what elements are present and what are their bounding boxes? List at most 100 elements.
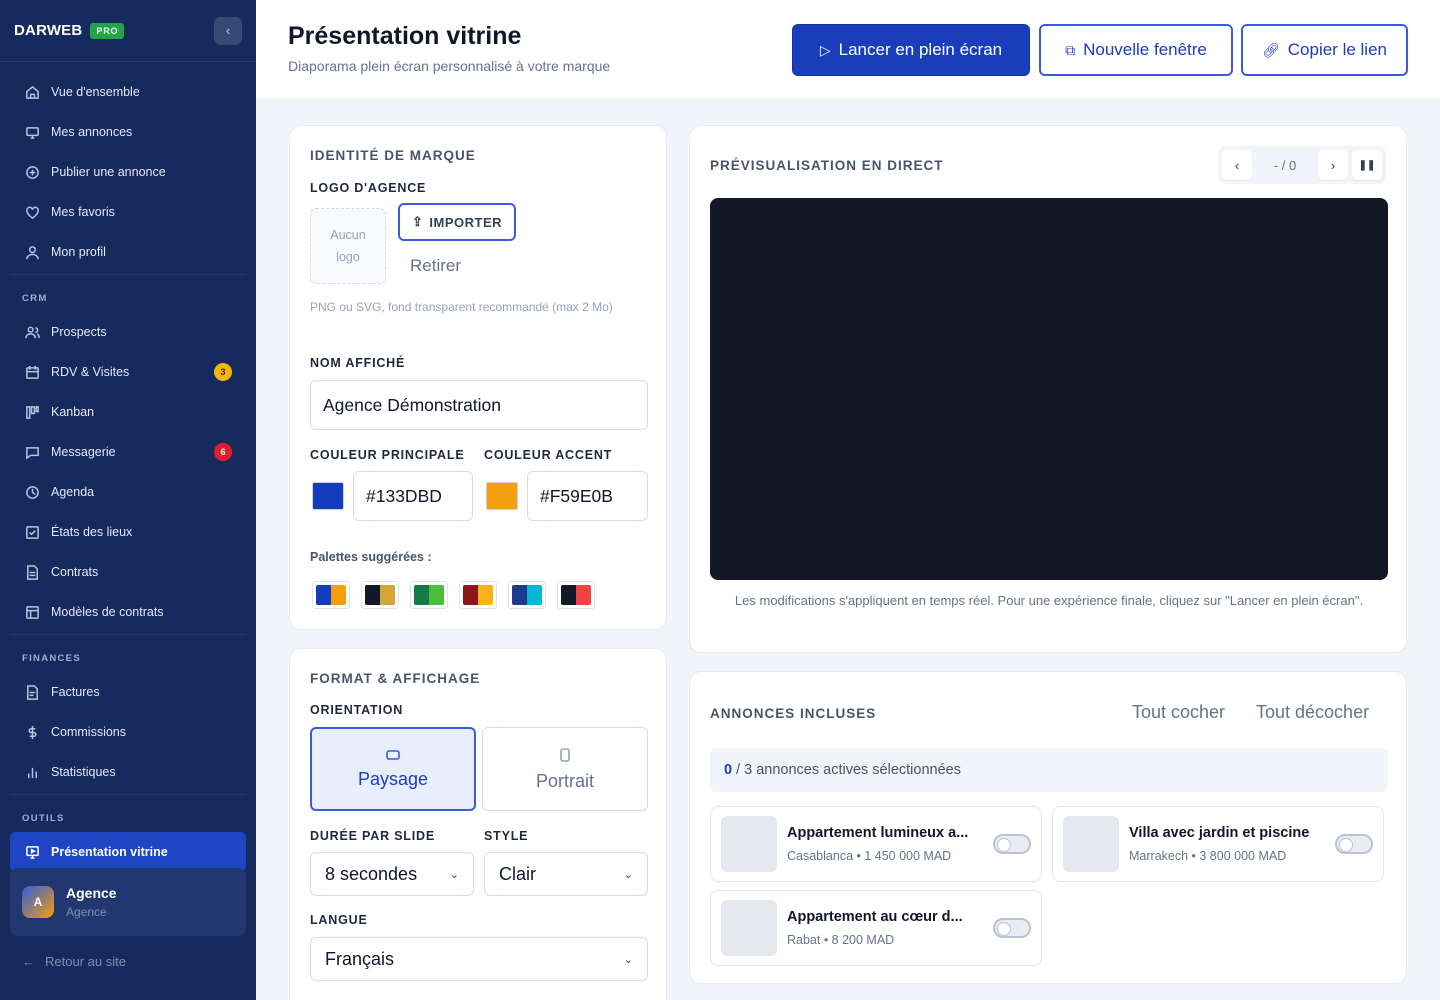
palette-color bbox=[576, 585, 591, 605]
style-label: STYLE bbox=[484, 829, 529, 843]
import-logo-button[interactable]: ⇪ IMPORTER bbox=[398, 203, 516, 241]
listing-thumbnail bbox=[721, 900, 777, 956]
palette-swatch[interactable] bbox=[410, 581, 448, 609]
style-select[interactable]: Clair ⌄ bbox=[484, 852, 648, 896]
sidebar-item-presentation-vitrine[interactable]: Présentation vitrine bbox=[10, 832, 246, 872]
remove-logo-button[interactable]: Retirer bbox=[410, 256, 461, 276]
listing-title: Appartement lumineux a... bbox=[787, 825, 969, 841]
sidebar-item-mes-favoris[interactable]: Mes favoris bbox=[10, 192, 246, 232]
display-name-input[interactable]: Agence Démonstration bbox=[310, 380, 648, 430]
kanban-icon bbox=[24, 404, 40, 420]
landscape-label: Paysage bbox=[357, 768, 429, 789]
pause-button[interactable]: ❚❚ bbox=[1352, 150, 1382, 180]
back-to-site-link[interactable]: ← Retour au site bbox=[22, 954, 126, 969]
orientation-portrait-option[interactable]: Portrait bbox=[482, 727, 648, 811]
previous-slide-button[interactable]: ‹ bbox=[1222, 150, 1252, 180]
sidebar-item-modeles-contrats[interactable]: Modèles de contrats bbox=[10, 592, 246, 632]
users-icon bbox=[24, 324, 40, 340]
style-value: Clair bbox=[499, 863, 537, 884]
language-label: LANGUE bbox=[310, 913, 368, 927]
primary-color-swatch[interactable] bbox=[312, 482, 344, 510]
listing-thumbnail bbox=[1063, 816, 1119, 872]
sidebar-item-label: Mes annonces bbox=[51, 125, 133, 139]
new-window-label: Nouvelle fenêtre bbox=[1083, 40, 1207, 59]
sidebar-item-rdv-visites[interactable]: RDV & Visites 3 bbox=[10, 352, 246, 392]
palette-color bbox=[463, 585, 478, 605]
user-icon bbox=[24, 244, 40, 260]
uncheck-all-button[interactable]: Tout décocher bbox=[1256, 702, 1369, 723]
new-window-button[interactable]: ⧉ Nouvelle fenêtre bbox=[1039, 24, 1233, 76]
palette-swatch[interactable] bbox=[361, 581, 399, 609]
accent-color-label: COULEUR ACCENT bbox=[484, 448, 613, 462]
sidebar-item-statistiques[interactable]: Statistiques bbox=[10, 752, 246, 792]
sidebar-item-contrats[interactable]: Contrats bbox=[10, 552, 246, 592]
accent-color-input[interactable]: #F59E0B bbox=[527, 471, 648, 521]
language-select[interactable]: Français ⌄ bbox=[310, 937, 648, 981]
no-logo-text: logo bbox=[336, 250, 360, 264]
sidebar-item-messagerie[interactable]: Messagerie 6 bbox=[10, 432, 246, 472]
listing-toggle[interactable] bbox=[993, 918, 1031, 938]
logo-placeholder[interactable]: Aucun logo bbox=[310, 208, 386, 284]
sidebar-item-agenda[interactable]: Agenda bbox=[10, 472, 246, 512]
brand-logo[interactable]: DARWEB bbox=[14, 22, 82, 39]
listing-title: Appartement au cœur d... bbox=[787, 909, 963, 925]
orientation-landscape-option[interactable]: Paysage bbox=[310, 727, 476, 811]
heart-icon bbox=[24, 204, 40, 220]
listing-card[interactable]: Villa avec jardin et piscine Marrakech •… bbox=[1052, 806, 1384, 882]
selection-summary: 0 / 3 annonces actives sélectionnées bbox=[710, 748, 1388, 792]
chevron-down-icon: ⌄ bbox=[449, 868, 459, 881]
sidebar-item-label: Mes favoris bbox=[51, 205, 115, 219]
slide-counter: - / 0 bbox=[1273, 157, 1297, 173]
card-title: ANNONCES INCLUSES bbox=[710, 706, 877, 721]
orientation-label: ORIENTATION bbox=[310, 703, 404, 717]
section-crm: CRM bbox=[22, 293, 48, 304]
divider bbox=[10, 634, 246, 635]
sidebar-item-mon-profil[interactable]: Mon profil bbox=[10, 232, 246, 272]
palette-color bbox=[527, 585, 542, 605]
user-card[interactable]: A Agence Agence bbox=[10, 868, 246, 936]
sidebar-item-kanban[interactable]: Kanban bbox=[10, 392, 246, 432]
chevron-down-icon: ⌄ bbox=[623, 953, 633, 966]
sidebar-item-prospects[interactable]: Prospects bbox=[10, 312, 246, 352]
listing-card[interactable]: Appartement au cœur d... Rabat • 8 200 M… bbox=[710, 890, 1042, 966]
sidebar-item-vue-ensemble[interactable]: Vue d'ensemble bbox=[10, 72, 246, 112]
monitor-icon bbox=[24, 124, 40, 140]
next-slide-button[interactable]: › bbox=[1318, 150, 1348, 180]
sidebar-item-label: Publier une annonce bbox=[51, 165, 166, 179]
section-outils: OUTILS bbox=[22, 813, 65, 824]
sidebar-item-factures[interactable]: Factures bbox=[10, 672, 246, 712]
listing-toggle[interactable] bbox=[1335, 834, 1373, 854]
landscape-icon bbox=[386, 749, 400, 760]
invoice-icon bbox=[24, 684, 40, 700]
listing-toggle[interactable] bbox=[993, 834, 1031, 854]
check-all-button[interactable]: Tout cocher bbox=[1132, 702, 1225, 723]
sidebar-item-label: Vue d'ensemble bbox=[51, 85, 140, 99]
sidebar-item-mes-annonces[interactable]: Mes annonces bbox=[10, 112, 246, 152]
palette-swatch[interactable] bbox=[312, 581, 350, 609]
listing-title: Villa avec jardin et piscine bbox=[1129, 825, 1310, 841]
home-icon bbox=[24, 84, 40, 100]
palette-swatch[interactable] bbox=[459, 581, 497, 609]
sidebar-item-commissions[interactable]: Commissions bbox=[10, 712, 246, 752]
accent-color-swatch[interactable] bbox=[486, 482, 518, 510]
divider bbox=[10, 274, 246, 275]
collapse-sidebar-button[interactable]: ‹ bbox=[214, 16, 242, 45]
sidebar-item-label: RDV & Visites bbox=[51, 365, 130, 379]
launch-fullscreen-button[interactable]: ▷ Lancer en plein écran bbox=[792, 24, 1030, 76]
listing-card[interactable]: Appartement lumineux a... Casablanca • 1… bbox=[710, 806, 1042, 882]
palette-color bbox=[478, 585, 493, 605]
arrow-left-icon: ← bbox=[22, 954, 35, 969]
palette-swatch[interactable] bbox=[557, 581, 595, 609]
duration-select[interactable]: 8 secondes ⌄ bbox=[310, 852, 474, 896]
palette-swatch[interactable] bbox=[508, 581, 546, 609]
document-icon bbox=[24, 564, 40, 580]
listing-subtitle: Marrakech • 3 800 000 MAD bbox=[1129, 849, 1287, 863]
chevron-right-icon: › bbox=[1330, 157, 1336, 173]
language-value: Français bbox=[325, 948, 395, 969]
sidebar-item-etats-des-lieux[interactable]: États des lieux bbox=[10, 512, 246, 552]
copy-link-button[interactable]: 🔗︎ Copier le lien bbox=[1241, 24, 1408, 76]
sidebar-item-publier-annonce[interactable]: Publier une annonce bbox=[10, 152, 246, 192]
messages-count-badge: 6 bbox=[214, 443, 232, 461]
primary-color-input[interactable]: #133DBD bbox=[353, 471, 473, 521]
divider bbox=[10, 794, 246, 795]
